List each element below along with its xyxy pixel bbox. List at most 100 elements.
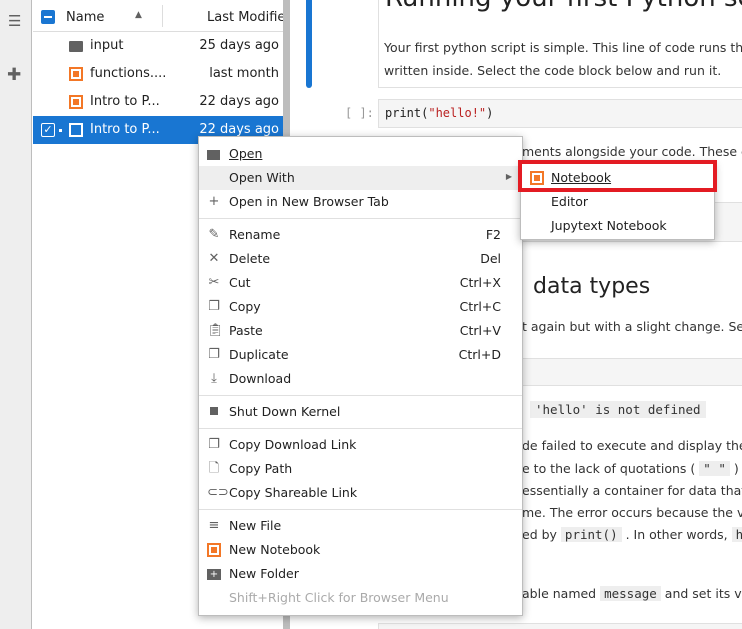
stop-icon (207, 405, 221, 419)
notebook-icon (69, 95, 83, 109)
submenu-item-editor[interactable]: Editor (521, 190, 714, 214)
copy-icon: ❐ (208, 437, 220, 452)
menu-item-new-folder[interactable]: + New Folder (199, 562, 522, 586)
menu-label: Copy Shareable Link (229, 485, 358, 500)
cell-heading: Running your first Python sc (385, 0, 742, 13)
menu-item-duplicate[interactable]: ❐ Duplicate Ctrl+D (199, 343, 522, 367)
running-indicator (59, 129, 62, 132)
cell-text: t again but with a slight change. Sel (522, 319, 742, 334)
scissors-icon: ✂ (208, 275, 220, 290)
menu-hint: Shift+Right Click for Browser Menu (199, 586, 522, 610)
menu-separator (199, 395, 522, 396)
column-divider (162, 5, 163, 27)
menu-item-copy-shareable-link[interactable]: ⊂⊃ Copy Shareable Link (199, 481, 522, 505)
menu-label: Copy Download Link (229, 437, 357, 452)
file-name: functions.... (90, 66, 167, 81)
menu-item-copy-download-link[interactable]: ❐ Copy Download Link (199, 433, 522, 457)
folder-icon (69, 41, 83, 52)
file-name: Intro to P... (90, 122, 160, 137)
menu-label: Shut Down Kernel (229, 404, 341, 419)
menu-separator (199, 428, 522, 429)
error-output: 'hello' is not defined (530, 401, 706, 418)
menu-shortcut: Ctrl+C (459, 299, 501, 314)
copy-icon: ❐ (208, 299, 220, 314)
file-row[interactable]: functions.... last month (33, 60, 283, 88)
menu-label: Cut (229, 275, 251, 290)
last-modified-column-header[interactable]: Last Modified (207, 10, 283, 25)
name-column-header[interactable]: Name (66, 10, 104, 25)
menu-item-open-new-tab[interactable]: + Open in New Browser Tab (199, 190, 522, 214)
menu-item-cut[interactable]: ✂ Cut Ctrl+X (199, 271, 522, 295)
cell-text: me. The error occurs because the va (522, 505, 742, 520)
sort-ascending-icon[interactable]: ▲ (135, 10, 142, 20)
menu-shortcut: Del (480, 251, 501, 266)
cell-text: ed by print() . In other words, h (522, 527, 742, 542)
menu-label: Rename (229, 227, 281, 242)
row-checkbox[interactable]: ✓ (41, 123, 55, 137)
menu-label: Paste (229, 323, 263, 338)
select-all-checkbox[interactable] (41, 10, 55, 24)
file-modified: last month (209, 66, 279, 81)
cell-heading: data types (533, 274, 651, 299)
menu-label: New Notebook (229, 542, 321, 557)
menu-separator (199, 509, 522, 510)
file-row[interactable]: Intro to P... 22 days ago (33, 88, 283, 116)
menu-item-rename[interactable]: ✎ Rename F2 (199, 223, 522, 247)
file-modified: 25 days ago (199, 38, 279, 53)
menu-label: Copy (229, 299, 261, 314)
menu-item-open-with[interactable]: Open With ▶ (199, 166, 522, 190)
menu-label: Duplicate (229, 347, 289, 362)
highlight-box (518, 160, 717, 192)
menu-label: New File (229, 518, 282, 533)
link-icon: ⊂⊃ (207, 485, 229, 500)
paste-icon: 📋︎ (207, 323, 224, 338)
notebook-icon (69, 123, 83, 137)
menu-item-delete[interactable]: ✕ Delete Del (199, 247, 522, 271)
cell-text: able named message and set its va (522, 586, 742, 601)
menu-item-new-file[interactable]: ≡ New File (199, 514, 522, 538)
cell-text: e to the lack of quotations ( " " ) it' (522, 461, 742, 476)
table-of-contents-icon[interactable]: ☰ (8, 14, 24, 29)
file-row[interactable]: input 25 days ago (33, 32, 283, 60)
menu-label: New Folder (229, 566, 299, 581)
menu-separator (199, 218, 522, 219)
menu-item-copy-path[interactable]: 🗋︎ Copy Path (199, 457, 522, 481)
menu-item-download[interactable]: ⤓ Download (199, 367, 522, 391)
text-file-icon: ≡ (208, 518, 220, 533)
download-icon: ⤓ (211, 371, 217, 386)
menu-item-paste[interactable]: 📋︎ Paste Ctrl+V (199, 319, 522, 343)
close-icon: ✕ (208, 251, 220, 266)
menu-item-new-notebook[interactable]: New Notebook (199, 538, 522, 562)
file-name: Intro to P... (90, 94, 160, 109)
cell-text: Your first python script is simple. This… (384, 40, 742, 55)
cell-text: de failed to execute and display the t (522, 438, 742, 453)
file-name: input (90, 38, 124, 53)
menu-shortcut: Ctrl+X (459, 275, 501, 290)
code-cell[interactable] (378, 623, 742, 629)
context-menu: Open Open With ▶ + Open in New Browser Tab… (198, 136, 523, 616)
menu-label: Copy Path (229, 461, 293, 476)
menu-item-open[interactable]: Open (199, 142, 522, 166)
submenu-item-jupytext-notebook[interactable]: Jupytext Notebook (521, 214, 714, 238)
markdown-cell[interactable]: Running your first Python sc Your first … (378, 0, 742, 88)
menu-label: Open (229, 146, 263, 161)
menu-label: Delete (229, 251, 271, 266)
active-cell-indicator (306, 0, 312, 88)
file-modified: 22 days ago (199, 122, 279, 137)
code-token: ) (486, 106, 494, 120)
menu-label: Jupytext Notebook (551, 218, 667, 233)
menu-label: Editor (551, 194, 588, 209)
cell-text: written inside. Select the code block be… (384, 63, 722, 78)
submenu-arrow-icon: ▶ (505, 172, 512, 181)
new-folder-icon: + (207, 569, 221, 580)
menu-item-shut-down-kernel[interactable]: Shut Down Kernel (199, 400, 522, 424)
menu-item-copy[interactable]: ❐ Copy Ctrl+C (199, 295, 522, 319)
left-sidebar: ☰ ✚ (0, 0, 32, 629)
code-cell[interactable]: print("hello!") (378, 99, 742, 128)
cell-text: ments alongside your code. These c (522, 144, 742, 159)
extensions-icon[interactable]: ✚ (7, 66, 25, 84)
menu-shortcut: F2 (485, 227, 501, 242)
notebook-icon (69, 67, 83, 81)
plus-icon: + (208, 194, 220, 209)
menu-shortcut: Ctrl+D (458, 347, 501, 362)
